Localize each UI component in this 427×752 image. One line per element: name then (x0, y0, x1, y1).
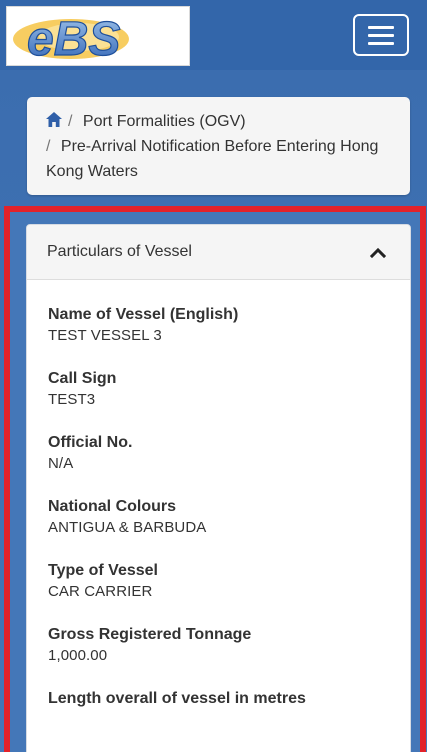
field-label: Official No. (48, 434, 133, 451)
field-label: Gross Registered Tonnage (48, 626, 252, 643)
field-value: TEST3 (48, 391, 96, 408)
field-value: CAR CARRIER (48, 583, 153, 600)
field-vessel-name: Name of Vessel (English) TEST VESSEL 3 (48, 304, 410, 346)
page: eBS / Port Formalities (OGV) / Pre-Arriv… (0, 0, 427, 752)
field-vessel-type: Type of Vessel CAR CARRIER (48, 560, 410, 602)
ebs-logo[interactable]: eBS (6, 6, 190, 66)
field-length-overall: Length overall of vessel in metres (48, 688, 410, 710)
field-official-no: Official No. N/A (48, 432, 410, 474)
field-label: Call Sign (48, 370, 117, 387)
menu-toggle-button[interactable] (353, 14, 409, 56)
panel-heading[interactable]: Particulars of Vessel (27, 225, 410, 280)
top-navbar: eBS (0, 0, 427, 70)
field-call-sign: Call Sign TEST3 (48, 368, 410, 410)
field-national-colours: National Colours ANTIGUA & BARBUDA (48, 496, 410, 538)
ebs-logo-graphic: eBS (13, 12, 129, 65)
field-label: Type of Vessel (48, 562, 158, 579)
vessel-particulars-panel: Particulars of Vessel Name of Vessel (En… (26, 224, 411, 752)
field-label: Length overall of vessel in metres (48, 690, 306, 707)
breadcrumb-separator: / (46, 138, 51, 155)
panel-body: Name of Vessel (English) TEST VESSEL 3 C… (27, 280, 410, 710)
field-label: Name of Vessel (English) (48, 306, 239, 323)
logo-text: eBS (27, 13, 120, 65)
field-label: National Colours (48, 498, 177, 515)
home-icon[interactable] (46, 112, 62, 127)
breadcrumb-item-current: Pre-Arrival Notification Before Entering… (46, 138, 379, 180)
chevron-up-icon[interactable] (370, 246, 386, 258)
hamburger-bar (368, 34, 394, 37)
breadcrumb: / Port Formalities (OGV) / Pre-Arrival N… (27, 97, 410, 195)
field-value: N/A (48, 455, 74, 472)
field-value: 1,000.00 (48, 647, 108, 664)
breadcrumb-separator: / (68, 113, 73, 130)
field-gross-tonnage: Gross Registered Tonnage 1,000.00 (48, 624, 410, 666)
panel-title: Particulars of Vessel (47, 243, 192, 260)
hamburger-bar (368, 42, 394, 45)
field-value: TEST VESSEL 3 (48, 327, 162, 344)
hamburger-bar (368, 26, 394, 29)
breadcrumb-item-port-formalities[interactable]: Port Formalities (OGV) (83, 113, 246, 130)
field-value: ANTIGUA & BARBUDA (48, 519, 207, 536)
